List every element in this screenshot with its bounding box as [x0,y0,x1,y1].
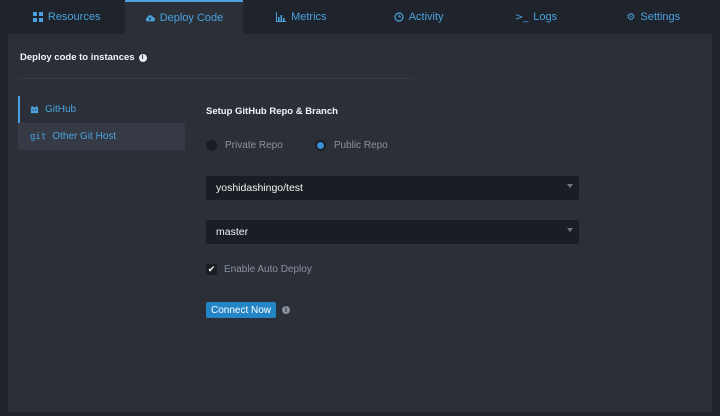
bar-chart-icon [276,12,287,22]
tab-label: Deploy Code [159,12,224,24]
github-icon [30,105,39,114]
chevron-down-icon [567,184,573,188]
cloud-upload-icon [145,15,155,22]
radio-label: Public Repo [333,140,388,151]
repository-select[interactable]: yoshidashingo/test [206,176,579,200]
tab-settings[interactable]: ⚙ Settings [595,0,712,34]
tab-label: Metrics [291,11,327,23]
clock-icon [394,12,404,22]
tab-deploy-code[interactable]: Deploy Code [125,0,243,34]
terminal-icon: >_ [514,11,529,23]
tab-metrics[interactable]: Metrics [243,0,360,34]
section-heading: Deploy code to instances i [20,52,147,63]
sidebar-item-github[interactable]: GitHub [18,96,185,123]
tab-activity[interactable]: Activity [360,0,477,34]
divider [20,78,412,79]
auto-deploy-row: ✔ Enable Auto Deploy [206,264,312,275]
repo-visibility-group: Private Repo Public Repo [206,140,466,151]
connect-row: Connect Now i [206,302,291,318]
chevron-down-icon [567,228,573,232]
repository-value: yoshidashingo/test [216,182,303,194]
info-icon[interactable]: i [282,306,291,314]
connect-now-button[interactable]: Connect Now [206,302,277,318]
auto-deploy-label: Enable Auto Deploy [224,264,312,275]
source-nav: GitHub git Other Git Host [18,96,185,150]
gear-icon: ⚙ [626,11,636,23]
tab-label: Settings [640,11,681,23]
tab-label: Resources [47,11,101,23]
grid-icon [32,12,43,22]
sidebar-item-label: Other Git Host [52,131,117,142]
tab-resources[interactable]: Resources [8,0,125,34]
auto-deploy-checkbox[interactable]: ✔ [206,264,217,275]
radio-circle[interactable] [314,140,326,151]
section-title-text: Deploy code to instances [20,52,135,63]
tab-logs[interactable]: >_ Logs [477,0,594,34]
sidebar-item-label: GitHub [45,104,77,115]
tab-label: Logs [533,11,558,23]
branch-value: master [216,226,249,238]
tab-bar: Resources Deploy Code Metrics Activity >… [8,0,712,34]
radio-circle[interactable] [206,140,217,151]
private-repo-radio[interactable]: Private Repo [206,140,283,151]
branch-select[interactable]: master [206,220,579,244]
sidebar-item-other-git-host[interactable]: git Other Git Host [18,123,185,150]
radio-label: Private Repo [225,140,283,151]
public-repo-radio[interactable]: Public Repo [314,140,388,151]
info-icon[interactable]: i [138,53,147,62]
form-title: Setup GitHub Repo & Branch [206,106,338,117]
git-icon: git [30,131,47,142]
tab-label: Activity [408,11,444,23]
deploy-panel: Resources Deploy Code Metrics Activity >… [8,0,712,412]
